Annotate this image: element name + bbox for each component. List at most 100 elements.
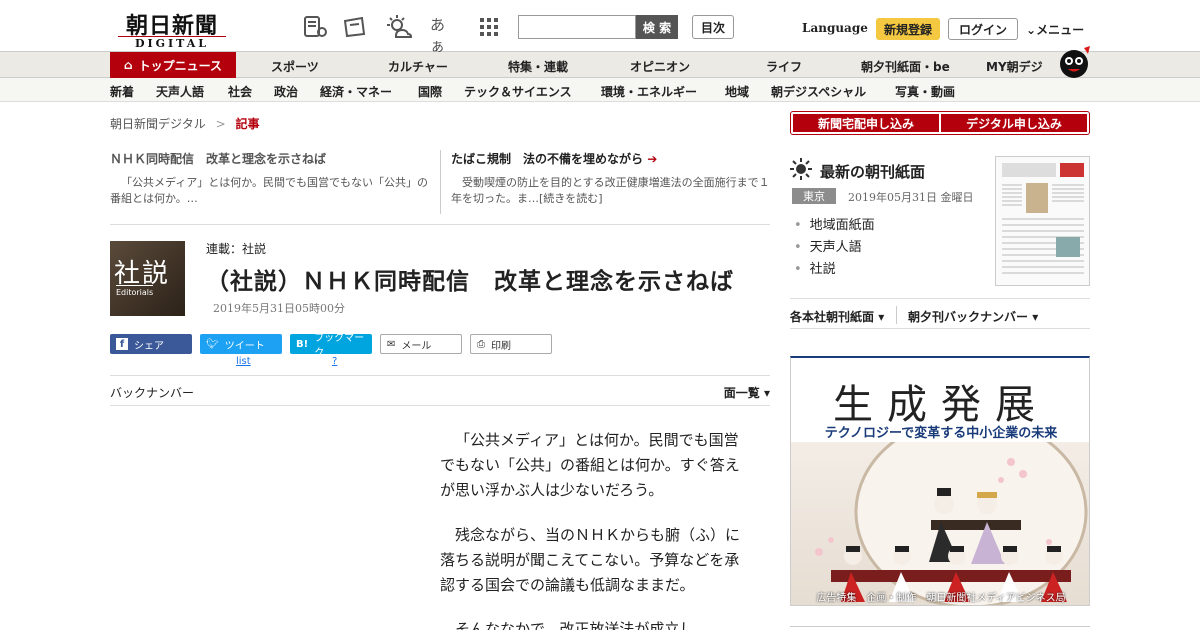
article-paragraph: そんななかで、改正放送法が成立し: [455, 620, 695, 630]
search-input[interactable]: [518, 15, 636, 39]
nav-life[interactable]: ライフ: [766, 58, 802, 75]
nav-top-news[interactable]: ⌂ トップニュース: [110, 52, 236, 78]
print-icon: ⎙: [477, 338, 485, 350]
chevron-down-icon: ⌄: [1026, 23, 1037, 37]
divider: [440, 150, 441, 214]
tweet-list-link[interactable]: list: [236, 356, 251, 367]
backnumber-bar: バックナンバー 面一覧 ▾: [110, 375, 770, 406]
newspaper-thumbnail[interactable]: [995, 156, 1090, 286]
site-header: 朝日新聞 DIGITAL あぁ 検 索 目次 Language 新規登録 ログイ…: [0, 0, 1200, 55]
regional-editions-dropdown[interactable]: 各本社朝刊紙面 ▾: [790, 308, 884, 325]
dropdown-label: 各本社朝刊紙面: [790, 310, 875, 324]
backnumber-label[interactable]: バックナンバー: [110, 384, 194, 401]
nav-society[interactable]: 社会: [228, 83, 252, 100]
menu-button[interactable]: ⌄メニュー: [1026, 21, 1084, 38]
related-title: たばこ規制 法の不備を埋めながら: [451, 152, 644, 166]
hatena-label: ブックマーク: [314, 333, 365, 359]
tweet-label: ツイート: [224, 340, 265, 352]
nav-region[interactable]: 地域: [725, 83, 749, 100]
caret-down-icon: ▾: [878, 310, 885, 324]
home-delivery-button[interactable]: 新聞宅配申し込み: [793, 114, 939, 132]
subscription-box: 新聞宅配申し込み デジタル申し込み: [790, 111, 1090, 135]
region-badge: 東京: [792, 188, 836, 204]
paper-link-item[interactable]: • 地域面紙面: [794, 214, 875, 233]
language-link[interactable]: Language: [802, 21, 868, 35]
article-paragraph: 残念ながら、当のＮＨＫからも腑（ふ）に落ちる説明が聞こえてこない。予算などを承認…: [440, 526, 741, 594]
weather-icon[interactable]: [386, 14, 413, 40]
nav-latest[interactable]: 新着: [110, 83, 134, 100]
nav-tenseijingo[interactable]: 天声人語: [156, 83, 204, 100]
toc-button[interactable]: 目次: [692, 15, 734, 39]
facebook-share-label: シェア: [134, 340, 164, 352]
related-title: ＮＨＫ同時配信 改革と理念を示さねば: [110, 152, 327, 166]
facebook-icon: f: [116, 338, 128, 350]
article-date: 2019年5月31日05時00分: [213, 302, 345, 315]
news-list-icon[interactable]: [302, 14, 328, 40]
divider: [790, 298, 1090, 299]
font-size-toggle[interactable]: あぁ: [430, 14, 456, 55]
nav-politics[interactable]: 政治: [274, 83, 298, 100]
login-button[interactable]: ログイン: [948, 18, 1018, 40]
editorial-thumbnail: 社説 Editorials: [110, 241, 185, 316]
nav-print-edition[interactable]: 朝夕刊紙面・be: [861, 58, 950, 75]
backnumber-dropdown[interactable]: 朝夕刊バックナンバー ▾: [908, 308, 1038, 325]
bullet-icon: •: [794, 262, 802, 277]
ad-caption: 広告特集 企画・制作 朝日新聞社メディアビジネス局: [816, 593, 1066, 604]
nav-top-news-label: トップニュース: [138, 58, 222, 73]
latest-edition-heading[interactable]: 最新の朝刊紙面: [790, 158, 925, 184]
nav-tech-science[interactable]: テック＆サイエンス: [464, 83, 572, 100]
digital-subscribe-button[interactable]: デジタル申し込み: [941, 114, 1087, 132]
paper-link-item[interactable]: • 天声人語: [794, 236, 862, 255]
hatena-icon: B!: [296, 338, 309, 350]
site-logo[interactable]: 朝日新聞 DIGITAL: [116, 8, 228, 50]
bullet-icon: •: [794, 218, 802, 233]
arrow-right-icon: ➔: [647, 152, 658, 166]
article-title: （社説）ＮＨＫ同時配信 改革と理念を示さねば: [206, 269, 734, 295]
menu-label: メニュー: [1036, 23, 1085, 37]
facebook-share-button[interactable]: f シェア: [110, 334, 192, 354]
paper-link-item[interactable]: • 社説: [794, 258, 836, 277]
latest-edition-title: 最新の朝刊紙面: [820, 162, 926, 181]
related-article-next[interactable]: たばこ規制 法の不備を埋めながら ➔ 受動喫煙の防止を目的とする改正健康増進法の…: [451, 150, 771, 214]
tweet-button[interactable]: 🐦︎ ツイート: [200, 334, 282, 354]
caret-down-icon: ▾: [1032, 310, 1039, 324]
print-button[interactable]: ⎙ 印刷: [470, 334, 552, 354]
sun-icon: [790, 158, 812, 184]
series-label[interactable]: 連載：社説: [206, 240, 266, 257]
apps-grid-icon[interactable]: [476, 14, 502, 40]
nav-special[interactable]: 朝デジスペシャル: [771, 83, 866, 100]
nav-sports[interactable]: スポーツ: [271, 58, 319, 75]
related-desc: 受動喫煙の防止を目的とする改正健康増進法の全面施行まで１年を切った。ま…[続きを…: [451, 176, 770, 205]
page-list-dropdown[interactable]: 面一覧 ▾: [724, 384, 770, 401]
related-article-prev[interactable]: ＮＨＫ同時配信 改革と理念を示さねば 「公共メディア」とは何か。民間でも国営でも…: [110, 150, 428, 214]
divider: [896, 306, 897, 324]
mail-icon: ✉: [387, 338, 396, 350]
nav-my-asahi[interactable]: MY朝デジ: [986, 58, 1043, 75]
newspaper-icon[interactable]: [342, 14, 368, 40]
register-button[interactable]: 新規登録: [876, 18, 940, 40]
advertisement-banner[interactable]: 生成発展 テクノロジーで変革する中小企業の未来 広告特集 企画・制作 朝日新聞社…: [790, 356, 1090, 606]
nav-opinion[interactable]: オピニオン: [630, 58, 690, 75]
nav-features[interactable]: 特集・連載: [508, 58, 568, 75]
print-label: 印刷: [491, 340, 511, 352]
hatena-count-link[interactable]: ?: [332, 356, 337, 367]
nav-international[interactable]: 国際: [418, 83, 442, 100]
breadcrumb-root[interactable]: 朝日新聞デジタル: [110, 117, 206, 131]
ad-subhead: テクノロジーで変革する中小企業の未来: [824, 426, 1058, 441]
nav-environment[interactable]: 環境・エネルギー: [601, 83, 697, 100]
paper-date: 2019年05月31日 金曜日: [848, 191, 974, 204]
divider: [790, 626, 1090, 627]
mail-button[interactable]: ✉ メール: [380, 334, 462, 354]
logo-sub-text: DIGITAL: [118, 36, 226, 50]
secondary-nav: 新着 天声人語 社会 政治 経済・マネー 国際 テック＆サイエンス 環境・エネル…: [0, 78, 1200, 102]
nav-economy[interactable]: 経済・マネー: [320, 83, 392, 100]
related-desc: 「公共メディア」とは何か。民間でも国営でもない「公共」の番組とは何か。…: [110, 176, 429, 205]
caret-down-icon: ▾: [763, 386, 770, 400]
search-button[interactable]: 検 索: [636, 15, 678, 39]
hatena-bookmark-button[interactable]: B! ブックマーク: [290, 333, 372, 359]
nav-photo-video[interactable]: 写真・動画: [895, 83, 955, 100]
nav-culture[interactable]: カルチャー: [388, 58, 448, 75]
paper-link-label: 地域面紙面: [809, 218, 875, 233]
paper-link-label: 天声人語: [809, 240, 862, 255]
breadcrumb-separator: >: [215, 117, 226, 131]
